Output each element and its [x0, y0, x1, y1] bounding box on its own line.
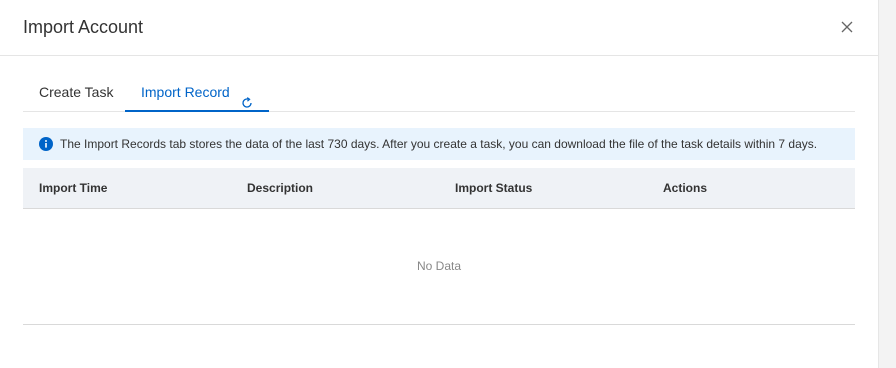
column-header-import-status: Import Status	[455, 181, 533, 195]
info-notice: The Import Records tab stores the data o…	[23, 128, 855, 160]
notice-text: The Import Records tab stores the data o…	[60, 137, 818, 151]
table-header: Import Time Description Import Status Ac…	[23, 168, 855, 209]
table-body: No Data	[23, 209, 855, 325]
refresh-icon[interactable]	[241, 86, 253, 108]
dialog-title: Import Account	[23, 17, 144, 37]
column-header-description: Description	[247, 181, 314, 195]
column-header-import-time: Import Time	[39, 181, 108, 195]
tab-import-record-label: Import Record	[141, 84, 230, 100]
close-icon[interactable]	[838, 18, 856, 36]
dialog-header: Import Account	[0, 0, 878, 56]
info-icon	[39, 137, 53, 151]
tab-import-record[interactable]: Import Record	[125, 74, 269, 112]
column-header-actions: Actions	[663, 181, 708, 195]
empty-state-text: No Data	[416, 259, 462, 273]
scrollbar-gutter[interactable]	[878, 0, 896, 368]
import-record-table: Import Time Description Import Status Ac…	[23, 168, 855, 325]
tab-create-task[interactable]: Create Task	[23, 74, 125, 112]
import-account-dialog: Import Account Create Task Import Record	[0, 0, 878, 368]
tab-create-task-label: Create Task	[39, 84, 114, 100]
tab-bar: Create Task Import Record	[23, 74, 855, 112]
